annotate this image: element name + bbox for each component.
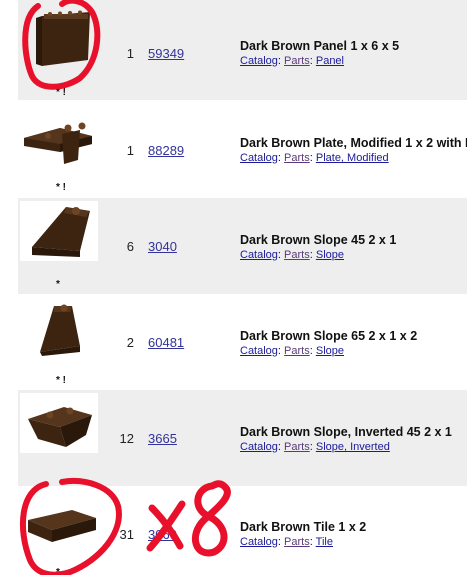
modified-plate-icon [24,122,92,164]
part-image[interactable] [20,201,98,261]
catalog-link[interactable]: Catalog [240,152,278,164]
part-quantity: 1 [126,46,134,61]
category-link[interactable]: Panel [316,55,344,67]
part-quantity: 2 [126,335,134,350]
part-quantity: 1 [126,143,134,158]
part-image[interactable] [20,298,98,358]
part-description: Dark Brown Slope 45 2 x 1 Catalog: Parts… [240,233,467,262]
breadcrumb: Catalog: Parts: Slope [240,344,467,358]
category-link[interactable]: Slope [316,249,344,261]
category-link[interactable]: Tile [316,536,333,548]
table-row: * 31 3069 Dark Brown Tile 1 x 2 Catalog:… [18,486,467,578]
panel-icon [36,10,90,66]
table-row: 12 3665 Dark Brown Slope, Inverted 45 2 … [18,390,467,486]
breadcrumb: Catalog: Parts: Plate, Modified [240,151,467,165]
catalog-link[interactable]: Catalog [240,441,278,453]
part-name: Dark Brown Tile 1 x 2 [240,520,367,534]
category-link[interactable]: Slope [316,345,344,357]
breadcrumb: Catalog: Parts: Panel [240,54,467,68]
parts-link[interactable]: Parts [284,152,310,164]
part-name: Dark Brown Slope 45 2 x 1 [240,233,397,247]
part-quantity: 12 [119,431,134,446]
part-flags: * [56,567,60,578]
part-description: Dark Brown Panel 1 x 6 x 5 Catalog: Part… [240,39,467,68]
part-number-link[interactable]: 88289 [148,143,184,158]
part-name: Dark Brown Plate, Modified 1 x 2 with R [240,136,467,150]
catalog-link[interactable]: Catalog [240,55,278,67]
table-row: * ! 1 59349 Dark Brown Panel 1 x 6 x 5 C… [18,0,467,100]
tile-icon [28,510,96,542]
part-description: Dark Brown Plate, Modified 1 x 2 with R … [240,136,467,165]
part-number-link[interactable]: 3665 [148,431,177,446]
part-flags: * ! [56,87,66,98]
parts-link[interactable]: Parts [284,345,310,357]
part-image[interactable] [20,393,98,453]
part-image[interactable] [20,492,98,552]
part-number-link[interactable]: 3040 [148,239,177,254]
category-link[interactable]: Plate, Modified [316,152,389,164]
breadcrumb: Catalog: Parts: Slope, Inverted [240,440,467,454]
part-image[interactable] [20,106,98,166]
slope-65-icon [40,304,80,356]
part-description: Dark Brown Slope 65 2 x 1 x 2 Catalog: P… [240,329,467,358]
breadcrumb: Catalog: Parts: Slope [240,248,467,262]
category-link[interactable]: Slope, Inverted [316,441,390,453]
slope-45-icon [32,207,90,257]
table-row: * 6 3040 Dark Brown Slope 45 2 x 1 Catal… [18,198,467,294]
part-number-link[interactable]: 60481 [148,335,184,350]
part-name: Dark Brown Slope, Inverted 45 2 x 1 [240,425,452,439]
part-quantity: 6 [126,239,134,254]
part-quantity: 31 [119,527,134,542]
part-description: Dark Brown Tile 1 x 2 Catalog: Parts: Ti… [240,520,467,549]
part-image[interactable] [20,8,98,68]
part-flags: * ! [56,182,66,193]
parts-link[interactable]: Parts [284,536,310,548]
breadcrumb: Catalog: Parts: Tile [240,535,467,549]
catalog-link[interactable]: Catalog [240,536,278,548]
part-name: Dark Brown Slope 65 2 x 1 x 2 [240,329,418,343]
table-row: * ! 2 60481 Dark Brown Slope 65 2 x 1 x … [18,294,467,390]
parts-link[interactable]: Parts [284,249,310,261]
catalog-link[interactable]: Catalog [240,249,278,261]
part-flags: * [56,279,60,290]
table-row: * ! 1 88289 Dark Brown Plate, Modified 1… [18,100,467,198]
parts-link[interactable]: Parts [284,441,310,453]
part-description: Dark Brown Slope, Inverted 45 2 x 1 Cata… [240,425,467,454]
inverted-slope-icon [28,407,92,447]
inventory-page: { "parts": [ { "qty": "1", "part_no": "5… [0,0,467,578]
part-number-link[interactable]: 3069 [148,527,177,542]
part-name: Dark Brown Panel 1 x 6 x 5 [240,39,400,53]
catalog-link[interactable]: Catalog [240,345,278,357]
part-flags: * ! [56,375,66,386]
part-number-link[interactable]: 59349 [148,46,184,61]
parts-link[interactable]: Parts [284,55,310,67]
